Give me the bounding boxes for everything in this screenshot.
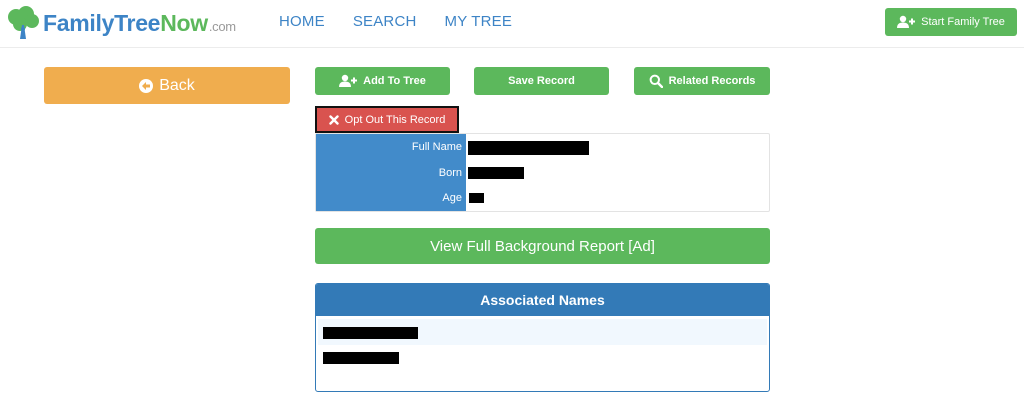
- associated-name-redacted: [323, 352, 399, 364]
- add-to-tree-label: Add To Tree: [363, 75, 426, 87]
- save-record-label: Save Record: [508, 75, 575, 87]
- save-record-button[interactable]: Save Record: [474, 67, 609, 95]
- associated-name-redacted: [323, 327, 418, 339]
- associated-names-panel: Associated Names: [315, 283, 770, 392]
- record-row-full-name: Full Name: [316, 135, 771, 161]
- user-plus-icon: [339, 74, 358, 87]
- opt-out-label: Opt Out This Record: [344, 113, 446, 126]
- site-logo[interactable]: FamilyTreeNow.com: [5, 5, 236, 41]
- add-to-tree-button[interactable]: Add To Tree: [315, 67, 450, 95]
- born-value-redacted: [468, 167, 524, 179]
- nav-search[interactable]: SEARCH: [353, 13, 417, 30]
- start-family-tree-label: Start Family Tree: [921, 16, 1005, 28]
- close-icon: [328, 114, 339, 125]
- opt-out-button[interactable]: Opt Out This Record: [315, 106, 459, 133]
- main-nav: HOME SEARCH MY TREE: [279, 13, 540, 30]
- site-header: FamilyTreeNow.com HOME SEARCH MY TREE St…: [0, 0, 1024, 48]
- tree-icon: [8, 6, 39, 39]
- search-icon: [649, 74, 663, 88]
- report-label: View Full Background Report [Ad]: [430, 237, 655, 255]
- back-label: Back: [159, 76, 195, 94]
- logo-text: FamilyTreeNow.com: [43, 9, 236, 36]
- full-name-value-redacted: [468, 141, 589, 155]
- record-row-born: Born: [316, 161, 771, 187]
- related-records-label: Related Records: [668, 75, 756, 87]
- list-item[interactable]: [318, 319, 767, 345]
- age-value-redacted: [469, 193, 484, 203]
- user-plus-icon: [897, 15, 916, 28]
- related-records-button[interactable]: Related Records: [634, 67, 770, 95]
- back-button[interactable]: Back: [44, 67, 290, 104]
- list-item[interactable]: [318, 345, 767, 371]
- record-row-age: Age: [316, 186, 771, 212]
- view-full-background-report-button[interactable]: View Full Background Report [Ad]: [315, 228, 770, 264]
- full-name-label: Full Name: [411, 141, 462, 153]
- age-label: Age: [442, 192, 462, 204]
- nav-my-tree[interactable]: MY TREE: [445, 13, 513, 30]
- arrow-left-icon: [139, 78, 154, 93]
- born-label: Born: [438, 167, 462, 179]
- nav-home[interactable]: HOME: [279, 13, 325, 30]
- associated-names-heading: Associated Names: [316, 284, 769, 316]
- start-family-tree-button[interactable]: Start Family Tree: [885, 8, 1017, 36]
- record-details-table: Full Name Born Age: [315, 133, 770, 212]
